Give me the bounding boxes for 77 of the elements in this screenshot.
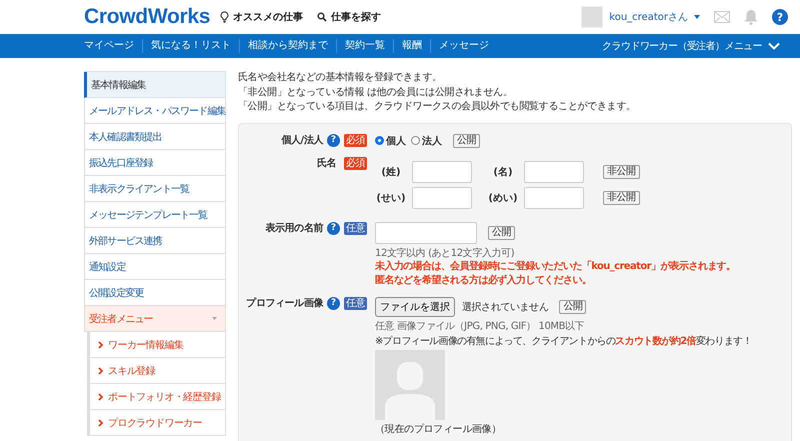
nav-menu[interactable]: クラウドワーカー（受注者）メニュー (602, 39, 762, 53)
visibility-button[interactable]: 公開 (559, 300, 586, 314)
caret-icon (212, 317, 217, 320)
nav-link[interactable]: 報酬 (393, 39, 430, 53)
help-icon[interactable]: ? (327, 222, 340, 234)
chevron-right-icon (98, 418, 103, 426)
warning-text: 未入力の場合は、会員登録時にご登録いただいた「kou_creator」が表示されます。 (375, 260, 737, 274)
field-label: 個人/法人 (281, 134, 323, 148)
sidebar-subitem[interactable]: ポートフォリオ・経歴登録 (87, 384, 226, 410)
input-field[interactable] (375, 222, 477, 244)
mail-icon[interactable] (714, 11, 730, 23)
lightbulb-icon (220, 11, 230, 23)
sidebar-item[interactable]: 非表示クライアント一覧 (84, 176, 226, 202)
field-label: (姓) (380, 166, 402, 178)
input-field[interactable] (412, 186, 472, 208)
search-icon (317, 12, 328, 22)
sidebar-subitem[interactable]: ワーカー情報編集 (87, 332, 226, 358)
file-button[interactable]: ファイルを選択 (375, 296, 455, 316)
help-icon[interactable]: ? (327, 296, 340, 310)
hint-text: 任意 画像ファイル（JPG, PNG, GIF） 10MB以下 (375, 320, 586, 332)
input-field[interactable] (524, 186, 584, 208)
sidebar-item[interactable]: 公開設定変更 (84, 280, 226, 306)
visibility-button[interactable]: 非公開 (603, 190, 640, 204)
user-menu[interactable]: kou_creatorさん (609, 10, 688, 24)
input-field[interactable] (524, 160, 584, 182)
visibility-button[interactable]: 公開 (488, 226, 515, 240)
badge: 任意 (344, 222, 367, 234)
file-status: 選択されていません (462, 300, 548, 314)
header-link[interactable]: オススメの仕事 (220, 10, 304, 24)
sidebar-item[interactable]: 本人確認書類提出 (84, 124, 226, 150)
sidebar-item[interactable]: メールアドレス・パスワード編集 (84, 98, 226, 124)
intro-text: 氏名や会社名などの基本情報を登録できます。 (238, 71, 443, 85)
field-label: (名) (492, 166, 514, 178)
badge: 任意 (344, 296, 367, 310)
intro-text: 「非公開」となっている情報 は他の会員には公開されません。 (238, 86, 514, 100)
nav-link[interactable]: 相談から契約まで (239, 39, 336, 53)
nav-link[interactable]: メッセージ (430, 39, 497, 53)
logo[interactable]: CrowdWorks (84, 5, 210, 29)
help-icon[interactable]: ? (327, 134, 340, 146)
field-label: (めい) (487, 192, 519, 204)
chevron-down-icon[interactable] (768, 42, 780, 50)
nav-link[interactable]: 契約一覧 (336, 39, 393, 53)
field-label: 表示用の名前 (265, 222, 323, 236)
visibility-button[interactable]: 公開 (453, 134, 480, 148)
hint-text: 12文字以内 (あと12文字入力可) (375, 246, 516, 260)
bell-icon[interactable] (744, 9, 758, 25)
radio-option[interactable]: 個人 (375, 134, 406, 148)
chevron-right-icon (98, 392, 103, 400)
caret-icon[interactable] (694, 15, 700, 19)
note-text: ※プロフィール画像の有無によって、クライアントからのスカウト数が約2倍変わります！ (375, 334, 753, 348)
warning-text: 匿名などを希望される方は必ず入力してください。 (375, 274, 592, 288)
chevron-right-icon (98, 340, 103, 348)
sidebar-item[interactable]: 振込先口座登録 (84, 150, 226, 176)
field-label: (せい) (375, 192, 407, 204)
help-button[interactable]: ? (772, 9, 788, 25)
badge: 必須 (344, 134, 367, 146)
intro-text: 「公開」となっている項目は、クラウドワークスの会員以外でも閲覧することができます。 (238, 100, 637, 114)
radio-option[interactable]: 法人 (411, 134, 442, 148)
field-label: プロフィール画像 (246, 296, 323, 310)
image-caption: （現在のプロフィール画像） (375, 422, 502, 436)
header-link[interactable]: 仕事を探す (317, 10, 382, 24)
sidebar-subitem[interactable]: スキル登録 (87, 358, 226, 384)
badge: 必須 (344, 156, 367, 170)
avatar[interactable] (581, 6, 604, 28)
avatar-placeholder (375, 350, 445, 420)
input-field[interactable] (412, 160, 472, 182)
visibility-button[interactable]: 非公開 (603, 164, 640, 178)
sidebar-item[interactable]: 基本情報編集 (84, 72, 226, 98)
nav-link[interactable]: マイページ (84, 39, 142, 53)
sidebar-item[interactable]: 通知設定 (84, 254, 226, 280)
sidebar-item[interactable]: メッセージテンプレート一覧 (84, 202, 226, 228)
sidebar-group[interactable]: 受注者メニュー (84, 306, 226, 332)
nav-link[interactable]: 気になる！リスト (142, 39, 239, 53)
field-label: 氏名 (316, 156, 336, 170)
chevron-right-icon (98, 366, 103, 374)
sidebar-subitem[interactable]: プロクラウドワーカー (87, 410, 226, 436)
sidebar-item[interactable]: 外部サービス連携 (84, 228, 226, 254)
